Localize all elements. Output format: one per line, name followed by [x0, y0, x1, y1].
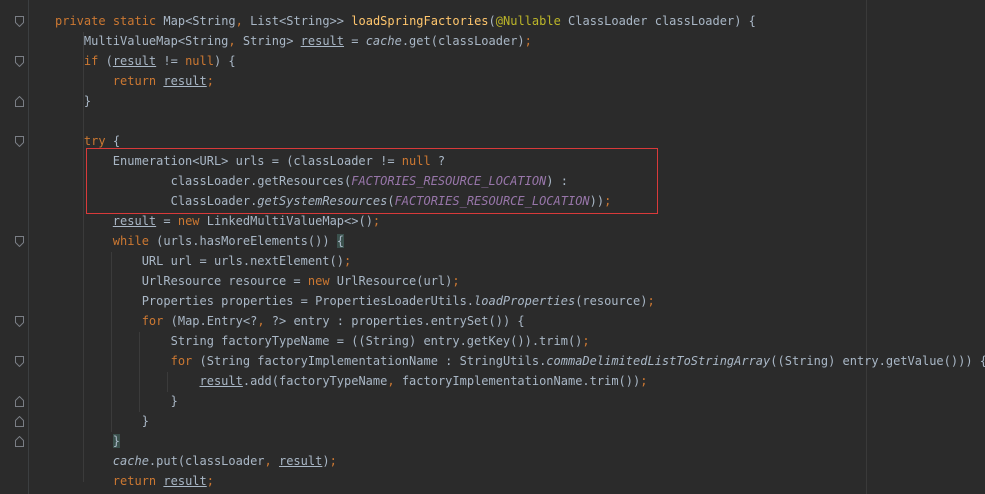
code-line[interactable]: cache.put(classLoader, result); — [55, 451, 985, 471]
code-line[interactable]: for (Map.Entry<?, ?> entry : properties.… — [55, 311, 985, 331]
fold-arrow-icon[interactable] — [15, 436, 24, 447]
fold-arrow-icon[interactable] — [15, 396, 24, 407]
code-line[interactable]: result.add(factoryTypeName, factoryImple… — [55, 371, 985, 391]
code-area[interactable]: private static Map<String, List<String>>… — [55, 11, 985, 491]
code-line[interactable]: URL url = urls.nextElement(); — [55, 251, 985, 271]
fold-arrow-icon[interactable] — [15, 316, 24, 327]
code-line[interactable]: } — [55, 91, 985, 111]
code-line[interactable]: UrlResource resource = new UrlResource(u… — [55, 271, 985, 291]
fold-arrow-icon[interactable] — [15, 96, 24, 107]
code-line[interactable]: return result; — [55, 471, 985, 491]
code-line[interactable]: while (urls.hasMoreElements()) { — [55, 231, 985, 251]
gutter-separator — [28, 0, 29, 494]
code-line[interactable]: } — [55, 431, 985, 451]
code-line[interactable]: } — [55, 391, 985, 411]
fold-arrow-icon[interactable] — [15, 356, 24, 367]
code-line[interactable]: Properties properties = PropertiesLoader… — [55, 291, 985, 311]
code-line[interactable]: if (result != null) { — [55, 51, 985, 71]
fold-arrow-icon[interactable] — [15, 56, 24, 67]
code-line[interactable] — [55, 111, 985, 131]
code-line[interactable]: for (String factoryImplementationName : … — [55, 351, 985, 371]
highlight-box — [86, 148, 658, 214]
fold-arrow-icon[interactable] — [15, 136, 24, 147]
code-line[interactable]: private static Map<String, List<String>>… — [55, 11, 985, 31]
fold-arrow-icon[interactable] — [15, 416, 24, 427]
fold-arrow-icon[interactable] — [15, 16, 24, 27]
code-line[interactable]: String factoryTypeName = ((String) entry… — [55, 331, 985, 351]
code-line[interactable]: MultiValueMap<String, String> result = c… — [55, 31, 985, 51]
code-line[interactable]: return result; — [55, 71, 985, 91]
fold-arrow-icon[interactable] — [15, 236, 24, 247]
code-line[interactable]: result = new LinkedMultiValueMap<>(); — [55, 211, 985, 231]
code-line[interactable]: } — [55, 411, 985, 431]
